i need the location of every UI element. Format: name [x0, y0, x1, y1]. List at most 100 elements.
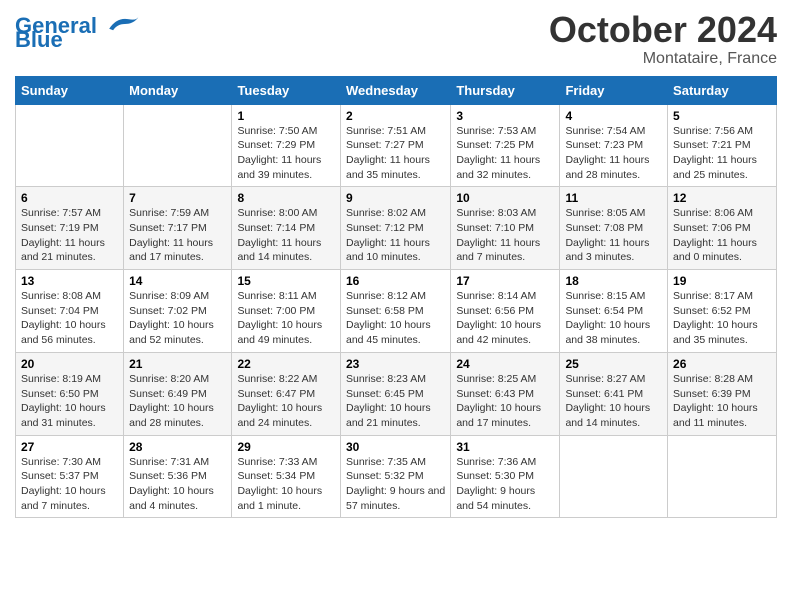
- logo-bird-icon: [101, 13, 141, 35]
- day-number: 13: [21, 274, 118, 288]
- day-info: Sunrise: 7:57 AMSunset: 7:19 PMDaylight:…: [21, 207, 105, 263]
- day-number: 25: [565, 357, 662, 371]
- logo: General Blue: [15, 10, 141, 51]
- day-info: Sunrise: 8:11 AMSunset: 7:00 PMDaylight:…: [237, 290, 322, 346]
- calendar-cell: 14 Sunrise: 8:09 AMSunset: 7:02 PMDaylig…: [124, 270, 232, 353]
- day-info: Sunrise: 8:00 AMSunset: 7:14 PMDaylight:…: [237, 207, 321, 263]
- day-number: 17: [456, 274, 554, 288]
- day-number: 5: [673, 109, 771, 123]
- calendar-cell: 8 Sunrise: 8:00 AMSunset: 7:14 PMDayligh…: [232, 187, 341, 270]
- day-info: Sunrise: 8:19 AMSunset: 6:50 PMDaylight:…: [21, 373, 106, 429]
- day-number: 18: [565, 274, 662, 288]
- calendar-cell: 23 Sunrise: 8:23 AMSunset: 6:45 PMDaylig…: [340, 352, 450, 435]
- day-info: Sunrise: 7:56 AMSunset: 7:21 PMDaylight:…: [673, 125, 757, 181]
- day-info: Sunrise: 8:23 AMSunset: 6:45 PMDaylight:…: [346, 373, 431, 429]
- title-area: October 2024 Montataire, France: [549, 10, 777, 68]
- header-monday: Monday: [124, 76, 232, 104]
- calendar-cell: 3 Sunrise: 7:53 AMSunset: 7:25 PMDayligh…: [451, 104, 560, 187]
- logo-blue: Blue: [15, 29, 63, 51]
- calendar-cell: 29 Sunrise: 7:33 AMSunset: 5:34 PMDaylig…: [232, 435, 341, 518]
- day-number: 7: [129, 191, 226, 205]
- day-number: 30: [346, 440, 445, 454]
- day-number: 27: [21, 440, 118, 454]
- day-info: Sunrise: 7:30 AMSunset: 5:37 PMDaylight:…: [21, 456, 106, 512]
- calendar-cell: 15 Sunrise: 8:11 AMSunset: 7:00 PMDaylig…: [232, 270, 341, 353]
- day-number: 11: [565, 191, 662, 205]
- header-thursday: Thursday: [451, 76, 560, 104]
- week-row-5: 27 Sunrise: 7:30 AMSunset: 5:37 PMDaylig…: [16, 435, 777, 518]
- calendar-cell: 26 Sunrise: 8:28 AMSunset: 6:39 PMDaylig…: [668, 352, 777, 435]
- week-row-1: 1 Sunrise: 7:50 AMSunset: 7:29 PMDayligh…: [16, 104, 777, 187]
- day-number: 9: [346, 191, 445, 205]
- day-number: 29: [237, 440, 335, 454]
- day-number: 1: [237, 109, 335, 123]
- day-number: 12: [673, 191, 771, 205]
- day-number: 21: [129, 357, 226, 371]
- calendar-cell: 18 Sunrise: 8:15 AMSunset: 6:54 PMDaylig…: [560, 270, 668, 353]
- day-number: 24: [456, 357, 554, 371]
- day-number: 4: [565, 109, 662, 123]
- calendar-cell: 9 Sunrise: 8:02 AMSunset: 7:12 PMDayligh…: [340, 187, 450, 270]
- header-tuesday: Tuesday: [232, 76, 341, 104]
- day-info: Sunrise: 8:02 AMSunset: 7:12 PMDaylight:…: [346, 207, 430, 263]
- header-wednesday: Wednesday: [340, 76, 450, 104]
- calendar-cell: 16 Sunrise: 8:12 AMSunset: 6:58 PMDaylig…: [340, 270, 450, 353]
- header-sunday: Sunday: [16, 76, 124, 104]
- day-info: Sunrise: 7:54 AMSunset: 7:23 PMDaylight:…: [565, 125, 649, 181]
- day-info: Sunrise: 8:27 AMSunset: 6:41 PMDaylight:…: [565, 373, 650, 429]
- day-info: Sunrise: 8:05 AMSunset: 7:08 PMDaylight:…: [565, 207, 649, 263]
- day-number: 20: [21, 357, 118, 371]
- calendar-cell: 19 Sunrise: 8:17 AMSunset: 6:52 PMDaylig…: [668, 270, 777, 353]
- day-number: 19: [673, 274, 771, 288]
- day-info: Sunrise: 8:28 AMSunset: 6:39 PMDaylight:…: [673, 373, 758, 429]
- calendar-cell: 11 Sunrise: 8:05 AMSunset: 7:08 PMDaylig…: [560, 187, 668, 270]
- week-row-2: 6 Sunrise: 7:57 AMSunset: 7:19 PMDayligh…: [16, 187, 777, 270]
- calendar-cell: [16, 104, 124, 187]
- day-number: 15: [237, 274, 335, 288]
- calendar-header-row: Sunday Monday Tuesday Wednesday Thursday…: [16, 76, 777, 104]
- header-saturday: Saturday: [668, 76, 777, 104]
- day-number: 22: [237, 357, 335, 371]
- week-row-4: 20 Sunrise: 8:19 AMSunset: 6:50 PMDaylig…: [16, 352, 777, 435]
- day-info: Sunrise: 7:35 AMSunset: 5:32 PMDaylight:…: [346, 456, 445, 512]
- calendar-cell: 5 Sunrise: 7:56 AMSunset: 7:21 PMDayligh…: [668, 104, 777, 187]
- day-number: 23: [346, 357, 445, 371]
- calendar-cell: 12 Sunrise: 8:06 AMSunset: 7:06 PMDaylig…: [668, 187, 777, 270]
- day-number: 14: [129, 274, 226, 288]
- calendar-cell: 30 Sunrise: 7:35 AMSunset: 5:32 PMDaylig…: [340, 435, 450, 518]
- day-info: Sunrise: 7:59 AMSunset: 7:17 PMDaylight:…: [129, 207, 213, 263]
- main-title: October 2024: [549, 10, 777, 50]
- calendar-cell: 2 Sunrise: 7:51 AMSunset: 7:27 PMDayligh…: [340, 104, 450, 187]
- day-info: Sunrise: 8:22 AMSunset: 6:47 PMDaylight:…: [237, 373, 322, 429]
- day-number: 2: [346, 109, 445, 123]
- calendar-cell: 4 Sunrise: 7:54 AMSunset: 7:23 PMDayligh…: [560, 104, 668, 187]
- day-number: 31: [456, 440, 554, 454]
- day-info: Sunrise: 8:06 AMSunset: 7:06 PMDaylight:…: [673, 207, 757, 263]
- day-number: 26: [673, 357, 771, 371]
- calendar-cell: 1 Sunrise: 7:50 AMSunset: 7:29 PMDayligh…: [232, 104, 341, 187]
- day-info: Sunrise: 8:15 AMSunset: 6:54 PMDaylight:…: [565, 290, 650, 346]
- day-info: Sunrise: 8:20 AMSunset: 6:49 PMDaylight:…: [129, 373, 214, 429]
- header-friday: Friday: [560, 76, 668, 104]
- calendar-cell: 28 Sunrise: 7:31 AMSunset: 5:36 PMDaylig…: [124, 435, 232, 518]
- day-info: Sunrise: 7:36 AMSunset: 5:30 PMDaylight:…: [456, 456, 536, 512]
- calendar-cell: 7 Sunrise: 7:59 AMSunset: 7:17 PMDayligh…: [124, 187, 232, 270]
- day-number: 3: [456, 109, 554, 123]
- day-info: Sunrise: 8:25 AMSunset: 6:43 PMDaylight:…: [456, 373, 541, 429]
- week-row-3: 13 Sunrise: 8:08 AMSunset: 7:04 PMDaylig…: [16, 270, 777, 353]
- day-number: 6: [21, 191, 118, 205]
- calendar-cell: 22 Sunrise: 8:22 AMSunset: 6:47 PMDaylig…: [232, 352, 341, 435]
- day-info: Sunrise: 8:08 AMSunset: 7:04 PMDaylight:…: [21, 290, 106, 346]
- calendar-cell: 25 Sunrise: 8:27 AMSunset: 6:41 PMDaylig…: [560, 352, 668, 435]
- calendar-cell: 20 Sunrise: 8:19 AMSunset: 6:50 PMDaylig…: [16, 352, 124, 435]
- day-info: Sunrise: 7:53 AMSunset: 7:25 PMDaylight:…: [456, 125, 540, 181]
- calendar-cell: 21 Sunrise: 8:20 AMSunset: 6:49 PMDaylig…: [124, 352, 232, 435]
- calendar-cell: [560, 435, 668, 518]
- calendar-cell: 6 Sunrise: 7:57 AMSunset: 7:19 PMDayligh…: [16, 187, 124, 270]
- day-number: 8: [237, 191, 335, 205]
- calendar-cell: 10 Sunrise: 8:03 AMSunset: 7:10 PMDaylig…: [451, 187, 560, 270]
- calendar-table: Sunday Monday Tuesday Wednesday Thursday…: [15, 76, 777, 519]
- calendar-cell: 24 Sunrise: 8:25 AMSunset: 6:43 PMDaylig…: [451, 352, 560, 435]
- calendar-cell: 13 Sunrise: 8:08 AMSunset: 7:04 PMDaylig…: [16, 270, 124, 353]
- calendar-cell: 27 Sunrise: 7:30 AMSunset: 5:37 PMDaylig…: [16, 435, 124, 518]
